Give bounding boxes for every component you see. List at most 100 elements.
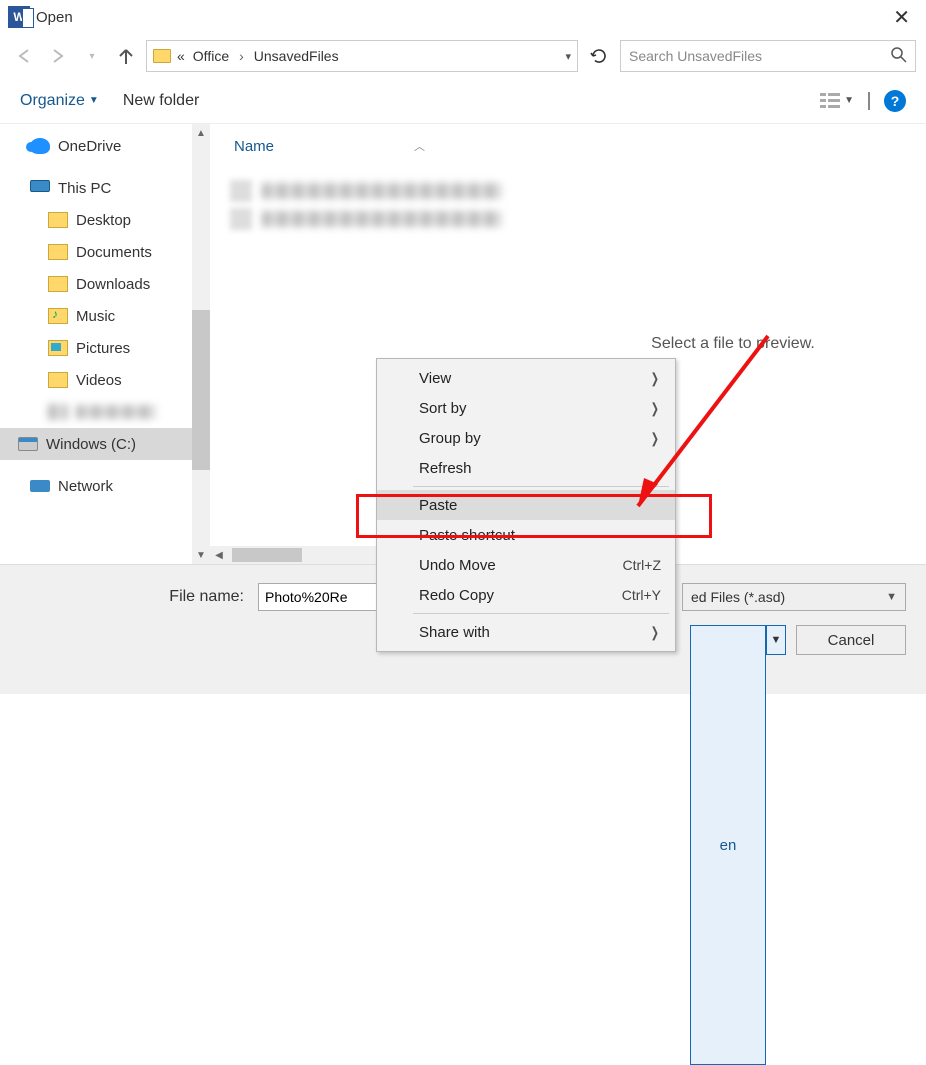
tree-network[interactable]: Network [30,470,210,502]
back-button[interactable] [10,42,38,70]
cancel-button[interactable]: Cancel [796,625,906,655]
tree-item-redacted[interactable] [30,396,210,428]
menu-label: View [419,370,451,387]
tree-music[interactable]: Music [30,300,210,332]
sidebar-scroll-up[interactable]: ▲ [192,124,210,142]
submenu-arrow-icon: ❯ [651,370,659,387]
open-split-button[interactable]: en ▼ [690,625,786,655]
menu-label: Redo Copy [419,587,494,604]
sidebar-scroll-thumb[interactable] [192,310,210,470]
arrow-right-icon [48,46,68,66]
arrow-up-icon [116,46,136,66]
tree-windows-c[interactable]: Windows (C:) [0,428,192,460]
menu-view[interactable]: View ❯ [377,363,675,393]
title-bar: W Open ✕ [0,0,926,34]
sort-indicator-icon: ︿ [414,138,425,155]
network-icon [30,480,50,492]
tree-pictures[interactable]: Pictures [30,332,210,364]
tree-label: This PC [58,180,111,197]
tree-desktop[interactable]: Desktop [30,204,210,236]
view-mode-button[interactable]: ▼ [820,93,854,109]
chevron-down-icon: ▼ [89,95,99,106]
search-input[interactable]: Search UnsavedFiles [620,40,916,72]
menu-undo-move[interactable]: Undo Move Ctrl+Z [377,550,675,580]
file-row[interactable] [230,205,539,233]
organize-menu[interactable]: Organize ▼ [20,92,99,110]
hscroll-thumb[interactable] [232,548,302,562]
context-menu: View❯ Sort by❯ Group by❯ Refresh Paste P… [376,358,676,652]
refresh-icon [590,47,608,65]
cloud-icon [30,138,50,154]
new-folder-button[interactable]: New folder [123,92,199,110]
menu-shortcut: Ctrl+Z [623,557,662,573]
tree-this-pc[interactable]: This PC [30,172,210,204]
column-name-label: Name [234,138,274,155]
menu-label: Group by [419,430,481,447]
menu-paste[interactable]: Paste [377,490,675,520]
recent-dropdown[interactable]: ▾ [78,42,106,70]
folder-icon [48,276,68,292]
column-header-name[interactable]: Name ︿ [230,134,539,159]
filetype-label: ed Files (*.asd) [691,589,785,605]
file-name-redacted [262,211,502,227]
menu-refresh[interactable]: Refresh [377,453,675,483]
menu-shortcut: Ctrl+Y [622,587,661,603]
folder-icon [153,49,171,63]
toolbar: Organize ▼ New folder ▼ ? [0,78,926,124]
tree-label: Pictures [76,340,130,357]
hscroll-left[interactable]: ◀ [210,550,228,561]
refresh-button[interactable] [584,40,614,72]
organize-label: Organize [20,92,85,110]
file-name-redacted [262,183,502,199]
tree-downloads[interactable]: Downloads [30,268,210,300]
filetype-select[interactable]: ed Files (*.asd) ▼ [682,583,906,611]
menu-group-by[interactable]: Group by❯ [377,423,675,453]
preview-pane-button[interactable] [868,93,870,109]
tree-label: Windows (C:) [46,436,136,453]
redacted-icon [48,404,68,420]
menu-sort-by[interactable]: Sort by ❯ [377,393,675,423]
music-folder-icon [48,308,68,324]
tree-label: Music [76,308,115,325]
help-button[interactable]: ? [884,90,906,112]
breadcrumb-sep-icon: › [235,48,248,64]
tree-videos[interactable]: Videos [30,364,210,396]
menu-label: Share with [419,624,490,641]
tree-onedrive[interactable]: OneDrive [30,130,210,162]
tree-label: Downloads [76,276,150,293]
word-app-icon: W [8,6,30,28]
address-dropdown-icon[interactable]: ▾ [565,50,571,63]
up-button[interactable] [112,42,140,70]
chevron-down-icon: ▼ [844,95,854,106]
folder-icon [48,244,68,260]
redacted-label [76,405,156,419]
sidebar-scroll-down[interactable]: ▼ [192,546,210,564]
window-title: Open [36,9,73,26]
menu-share-with[interactable]: Share with ❯ [377,617,675,647]
open-dropdown[interactable]: ▼ [766,625,786,655]
menu-redo-copy[interactable]: Redo Copy Ctrl+Y [377,580,675,610]
drive-icon [18,437,38,451]
view-list-icon [820,93,840,109]
tree-documents[interactable]: Documents [30,236,210,268]
sidebar: OneDrive This PC Desktop Documents Downl… [0,124,210,564]
open-button[interactable]: en [690,625,766,1065]
breadcrumb-office[interactable]: Office [191,48,231,64]
breadcrumb-chevron: « [175,48,187,64]
tree-label: OneDrive [58,138,121,155]
search-placeholder: Search UnsavedFiles [629,48,762,64]
folder-icon [48,212,68,228]
arrow-left-icon [14,46,34,66]
forward-button[interactable] [44,42,72,70]
address-bar[interactable]: « Office › UnsavedFiles ▾ [146,40,578,72]
close-button[interactable]: ✕ [885,5,918,30]
menu-paste-shortcut[interactable]: Paste shortcut [377,520,675,550]
breadcrumb-unsavedfiles[interactable]: UnsavedFiles [252,48,341,64]
menu-label: Undo Move [419,557,496,574]
menu-label: Sort by [419,400,467,417]
submenu-arrow-icon: ❯ [651,624,659,641]
file-row[interactable] [230,177,539,205]
search-icon [891,47,907,66]
file-icon-redacted [230,180,252,202]
submenu-arrow-icon: ❯ [651,400,659,417]
